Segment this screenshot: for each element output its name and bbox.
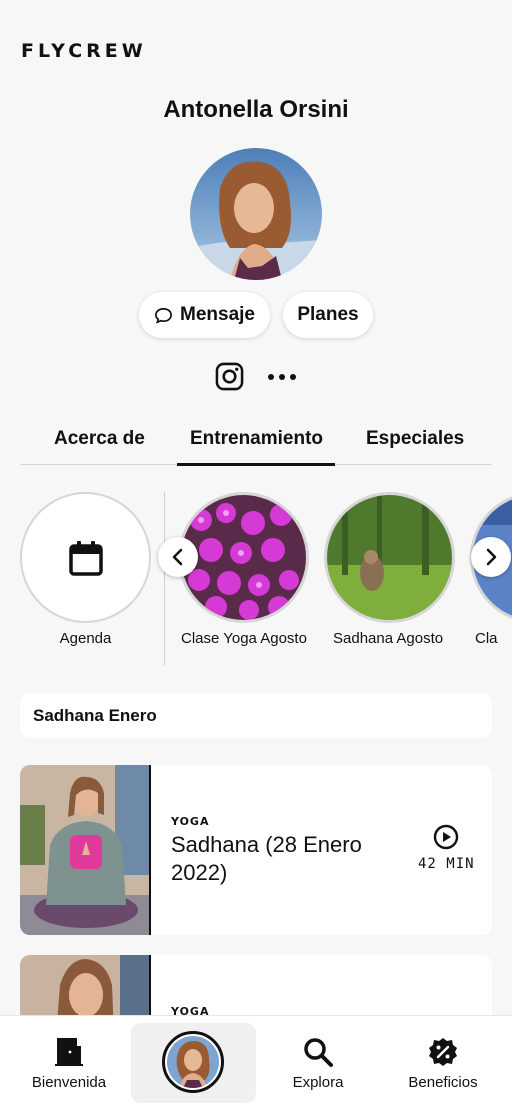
active-tab-indicator	[177, 463, 335, 466]
chat-bubble-icon	[155, 307, 172, 324]
search-icon	[304, 1038, 333, 1067]
nav-label: Beneficios	[408, 1074, 478, 1091]
bottom-navigation: Bienvenida Explora Beneficios	[0, 1015, 512, 1108]
story-label: Clase Yoga Agosto	[181, 630, 307, 647]
message-button[interactable]: Mensaje	[139, 292, 270, 338]
play-icon[interactable]	[433, 824, 459, 850]
carousel-next-button[interactable]	[471, 537, 511, 577]
plans-button-label: Planes	[297, 304, 359, 325]
story-label: Sadhana Agosto	[333, 630, 444, 647]
app-logo[interactable]: FLYCREW	[21, 40, 147, 62]
discount-badge-icon	[429, 1038, 457, 1066]
nav-explora[interactable]: Explora	[270, 1016, 366, 1108]
agenda-button[interactable]	[20, 492, 151, 623]
message-button-label: Mensaje	[180, 304, 255, 325]
section-title: Sadhana Enero	[20, 693, 492, 738]
nav-bienvenida[interactable]: Bienvenida	[19, 1016, 119, 1108]
tab-especiales[interactable]: Especiales	[366, 428, 464, 450]
story-label: Cla	[475, 630, 498, 647]
more-options-icon[interactable]	[266, 370, 298, 384]
class-duration: 42 MIN	[418, 856, 475, 872]
chevron-right-icon	[486, 548, 497, 566]
profile-avatar	[190, 148, 322, 280]
class-thumbnail	[20, 765, 151, 935]
nav-label: Bienvenida	[31, 1074, 107, 1091]
carousel-prev-button[interactable]	[158, 537, 198, 577]
stories-divider	[164, 492, 165, 666]
class-card[interactable]: YOGA Sadhana (28 Enero 2022) 42 MIN	[20, 765, 492, 935]
plans-button[interactable]: Planes	[283, 292, 373, 338]
chevron-left-icon	[172, 548, 183, 566]
nav-beneficios[interactable]: Beneficios	[393, 1016, 493, 1108]
profile-tabs: Acerca de Entrenamiento Especiales	[20, 420, 492, 466]
profile-avatar	[162, 1031, 224, 1093]
class-title: Sadhana (28 Enero 2022)	[171, 832, 362, 885]
calendar-icon	[68, 540, 103, 576]
agenda-label: Agenda	[59, 630, 112, 647]
tab-acerca-de[interactable]: Acerca de	[54, 428, 145, 450]
profile-name: Antonella Orsini	[163, 96, 349, 123]
nav-profile[interactable]	[131, 1023, 256, 1103]
tab-entrenamiento[interactable]: Entrenamiento	[190, 428, 323, 450]
class-category: YOGA	[171, 815, 210, 828]
nav-label: Explora	[292, 1074, 344, 1091]
story-sadhana-agosto[interactable]	[324, 492, 455, 623]
instagram-icon[interactable]	[215, 362, 244, 391]
door-icon	[55, 1038, 83, 1066]
